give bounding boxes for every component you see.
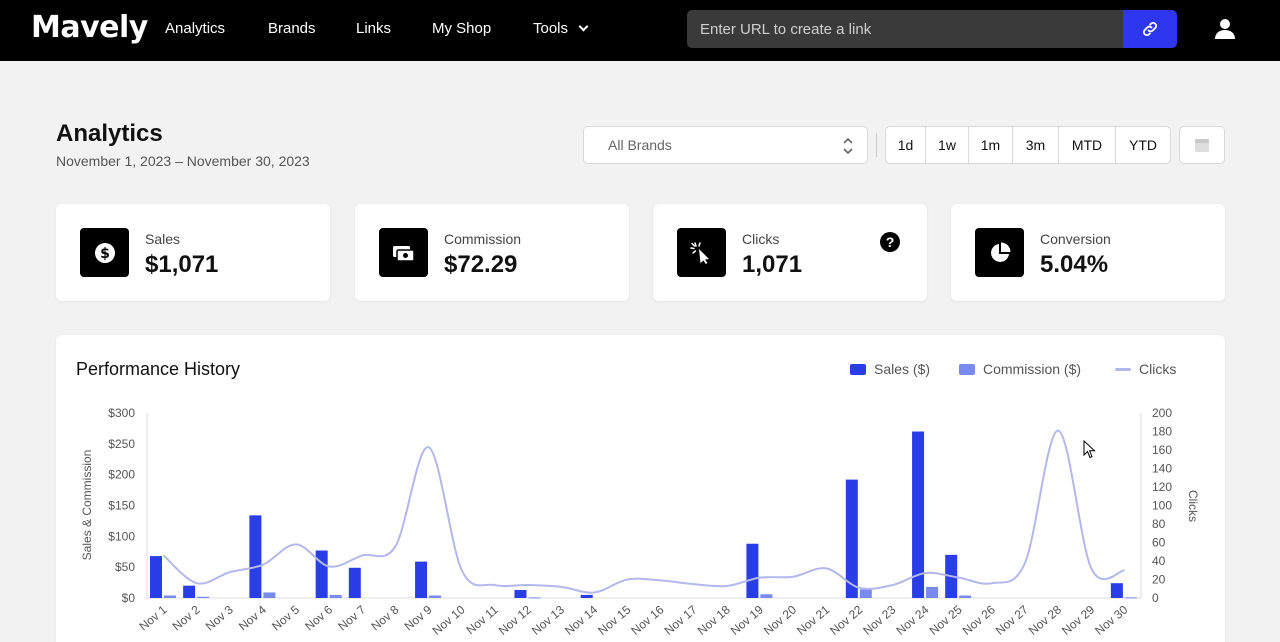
x-tick-label: Nov 17	[661, 602, 699, 637]
commission-bar	[528, 597, 541, 599]
performance-chart: $0 $50 $100 $150 $200 $250 $300 0 20 40 60 80 100 120…	[80, 406, 1200, 638]
commission-bar	[926, 586, 939, 598]
commission-bar	[760, 594, 773, 598]
x-tick-label: Nov 7	[335, 602, 368, 633]
commission-bar	[329, 594, 342, 598]
x-tick-label: Nov 27	[993, 602, 1031, 637]
y-axis-title-right: Clicks	[1186, 490, 1200, 522]
x-tick-label: Nov 11	[463, 602, 501, 637]
sales-bar	[746, 543, 759, 598]
sales-bar	[580, 594, 593, 598]
x-tick-label: Nov 15	[595, 602, 633, 637]
x-tick-label: Nov 16	[628, 602, 666, 637]
y-tick-label-left: $0	[122, 591, 136, 605]
y-tick-label-right: 100	[1152, 499, 1172, 513]
sales-bar	[150, 556, 162, 598]
sales-bar	[514, 589, 527, 598]
clicks-line	[162, 429, 1125, 594]
commission-bar	[429, 595, 442, 598]
commission-bar	[164, 595, 176, 598]
y-axis-title-left: Sales & Commission	[80, 450, 94, 561]
y-tick-label-left: $200	[108, 468, 135, 482]
y-tick-label-right: 160	[1152, 443, 1172, 457]
y-tick-label-left: $50	[115, 560, 135, 574]
x-tick-label: Nov 4	[236, 602, 269, 633]
y-tick-label-left: $250	[108, 437, 135, 451]
y-tick-label-right: 40	[1152, 554, 1166, 568]
x-tick-label: Nov 30	[1092, 602, 1130, 637]
y-tick-label-right: 60	[1152, 536, 1166, 550]
sales-bar	[183, 585, 196, 598]
sales-bar	[315, 550, 328, 598]
y-tick-label-right: 120	[1152, 480, 1172, 494]
x-tick-label: Nov 18	[695, 602, 733, 637]
x-tick-label: Nov 5	[269, 602, 302, 633]
x-tick-label: Nov 23	[860, 602, 898, 637]
x-tick-label: Nov 29	[1059, 602, 1097, 637]
x-tick-label: Nov 26	[960, 602, 998, 637]
x-tick-label: Nov 22	[827, 602, 865, 637]
y-tick-label-right: 200	[1152, 406, 1172, 420]
mouse-cursor-icon	[1083, 440, 1096, 459]
x-tick-label: Nov 13	[529, 602, 567, 637]
y-tick-label-right: 140	[1152, 462, 1172, 476]
commission-bar	[959, 595, 972, 598]
x-tick-label: Nov 1	[136, 602, 169, 633]
x-tick-label: Nov 24	[893, 602, 931, 637]
x-tick-label: Nov 21	[794, 602, 832, 637]
x-tick-label: Nov 28	[1026, 602, 1064, 637]
x-tick-label: Nov 19	[728, 602, 766, 637]
y-tick-label-right: 0	[1152, 591, 1159, 605]
sales-bar	[1110, 583, 1123, 598]
sales-bar	[415, 561, 428, 598]
commission-bar	[197, 596, 210, 598]
commission-bar	[1124, 597, 1137, 599]
x-tick-label: Nov 3	[203, 602, 236, 633]
sales-bar	[348, 567, 361, 598]
y-tick-label-left: $300	[108, 406, 135, 420]
x-tick-label: Nov 25	[927, 602, 965, 637]
x-tick-label: Nov 10	[430, 602, 468, 637]
y-tick-label-left: $150	[108, 499, 135, 513]
commission-bar	[859, 589, 872, 598]
sales-bar	[249, 515, 262, 598]
x-tick-label: Nov 12	[496, 602, 534, 637]
y-tick-label-left: $100	[108, 529, 135, 543]
x-tick-label: Nov 6	[302, 602, 335, 633]
commission-bar	[263, 592, 276, 598]
y-tick-label-right: 80	[1152, 517, 1166, 531]
y-tick-label-right: 180	[1152, 425, 1172, 439]
x-tick-label: Nov 14	[562, 602, 600, 637]
y-tick-label-right: 20	[1152, 573, 1166, 587]
x-tick-label: Nov 20	[761, 602, 799, 637]
x-tick-label: Nov 2	[170, 602, 203, 633]
x-tick-label: Nov 8	[368, 602, 401, 633]
